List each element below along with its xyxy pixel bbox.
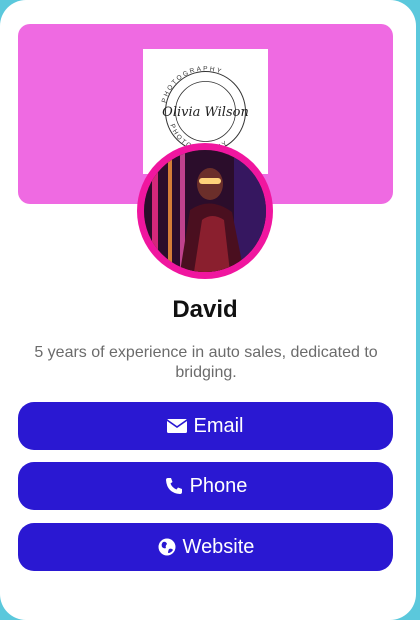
avatar-ring xyxy=(137,143,273,279)
avatar-photo xyxy=(144,150,266,272)
svg-text:Olivia Wilson: Olivia Wilson xyxy=(162,105,249,120)
phone-icon xyxy=(164,476,184,496)
profile-name: David xyxy=(172,296,238,323)
website-button-label: Website xyxy=(182,535,255,558)
phone-button[interactable]: Phone xyxy=(18,462,393,510)
email-button-label: Email xyxy=(193,414,244,437)
avatar xyxy=(144,150,266,272)
website-button[interactable]: Website xyxy=(18,523,393,571)
globe-icon xyxy=(157,537,177,557)
profile-bio: 5 years of experience in auto sales, ded… xyxy=(34,344,378,381)
email-button[interactable]: Email xyxy=(18,402,393,450)
envelope-icon xyxy=(167,416,188,436)
phone-button-label: Phone xyxy=(189,474,248,497)
profile-card: PHOTOGRAPHY PHOTOGRAPHY Olivia Wilson Da… xyxy=(0,0,416,620)
